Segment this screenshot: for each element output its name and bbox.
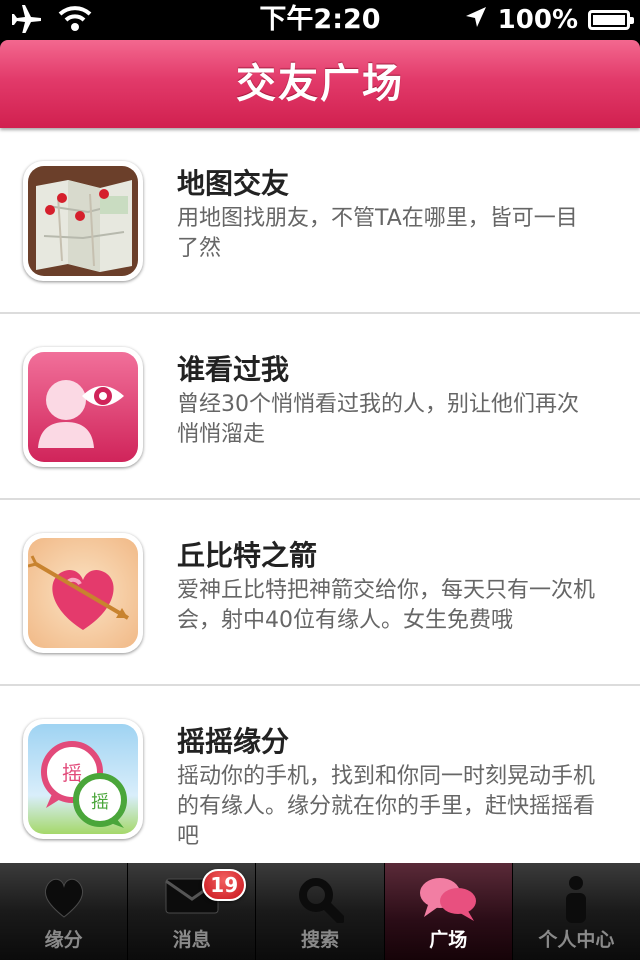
list-item-map-dating[interactable]: 地图交友 用地图找朋友，不管TA在哪里，皆可一目了然 — [0, 128, 640, 314]
list-item-cupid-arrow[interactable]: 丘比特之箭 爱神丘比特把神箭交给你，每天只有一次机会，射中40位有缘人。女生免费… — [0, 500, 640, 686]
page-title: 交友广场 — [236, 61, 404, 107]
tab-profile[interactable]: 个人中心 — [511, 863, 640, 960]
item-title: 丘比特之箭 — [177, 539, 318, 572]
person-icon — [561, 875, 591, 929]
item-description: 曾经30个悄悄看过我的人，别让他们再次悄悄溜走 — [177, 392, 579, 447]
battery-icon — [588, 10, 634, 30]
tab-search[interactable]: 搜索 — [255, 863, 383, 960]
navigation-bar: 交友广场 — [0, 40, 640, 128]
battery-level — [593, 15, 625, 25]
tab-bar: 缘分 19 消息 搜索 广场 个人中心 — [0, 863, 640, 960]
tab-label: 缘分 — [44, 929, 83, 951]
list-item-who-viewed-me[interactable]: 谁看过我 曾经30个悄悄看过我的人，别让他们再次悄悄溜走 — [0, 314, 640, 500]
item-description: 摇动你的手机，找到和你同一时刻晃动手机的有缘人。缘分就在你的手里，赶快摇摇看吧 — [177, 764, 596, 849]
item-title: 摇摇缘分 — [177, 725, 290, 758]
tab-label: 搜索 — [301, 929, 340, 951]
feature-list: 地图交友 用地图找朋友，不管TA在哪里，皆可一目了然 谁看过我 曾经30个悄悄看… — [0, 128, 640, 863]
status-bar: 下午2:20 100% — [0, 0, 640, 40]
cupid-heart-icon — [23, 533, 143, 653]
map-icon — [23, 161, 143, 281]
item-description: 爱神丘比特把神箭交给你，每天只有一次机会，射中40位有缘人。女生免费哦 — [177, 578, 596, 633]
item-description: 用地图找朋友，不管TA在哪里，皆可一目了然 — [177, 206, 578, 261]
shake-bubbles-icon: 摇 摇 — [23, 719, 143, 839]
svg-text:摇: 摇 — [91, 792, 109, 813]
heart-icon — [40, 875, 88, 923]
list-item-shake-fate[interactable]: 摇 摇 摇摇缘分 摇动你的手机，找到和你同一时刻晃动手机的有缘人。缘分就在你的手… — [0, 686, 640, 863]
location-arrow-icon — [464, 5, 488, 36]
battery-percent: 100% — [497, 5, 578, 35]
svg-text:摇: 摇 — [62, 761, 82, 785]
item-title: 谁看过我 — [177, 353, 290, 386]
item-title: 地图交友 — [177, 167, 290, 200]
unread-badge: 19 — [202, 869, 247, 901]
tab-label: 广场 — [429, 929, 468, 951]
visitor-eye-icon — [23, 347, 143, 467]
tab-fate[interactable]: 缘分 — [0, 863, 127, 960]
chat-bubbles-icon — [418, 875, 478, 927]
tab-label: 消息 — [172, 929, 211, 951]
tab-square[interactable]: 广场 — [383, 863, 512, 960]
tab-messages[interactable]: 19 消息 — [127, 863, 255, 960]
magnifier-icon — [296, 875, 345, 927]
tab-label: 个人中心 — [538, 929, 615, 951]
